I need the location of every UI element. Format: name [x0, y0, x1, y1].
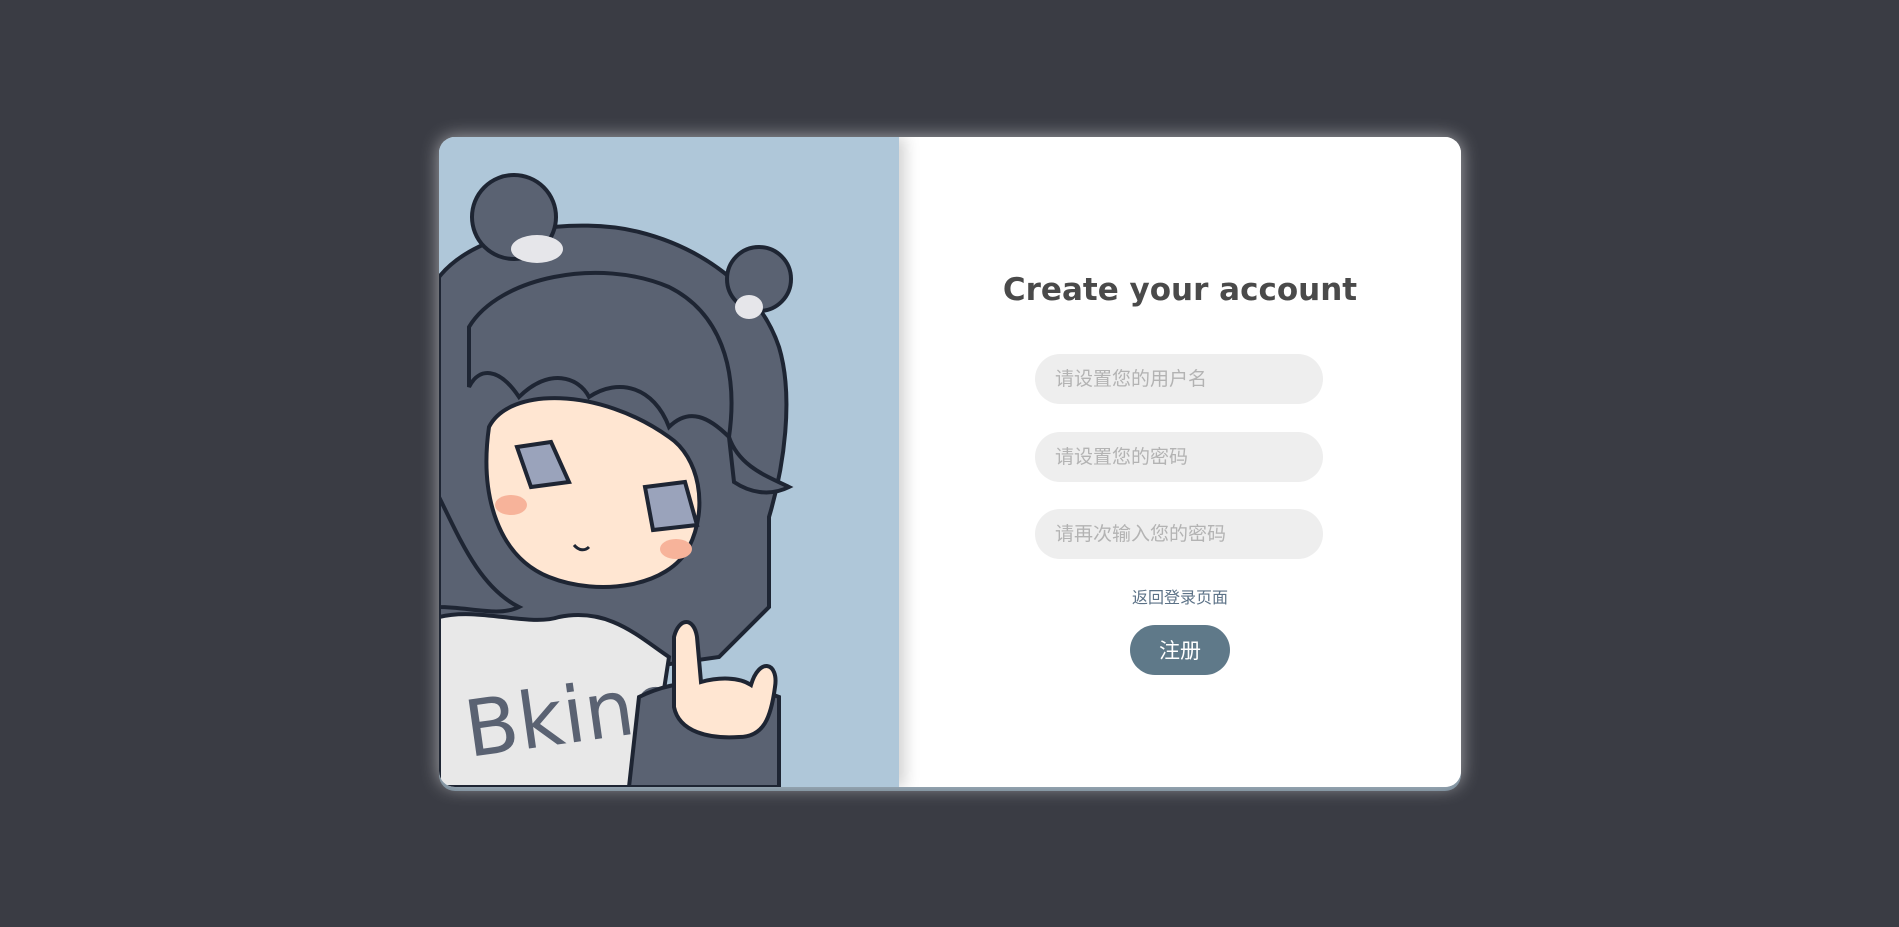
confirm-password-input[interactable]: [1035, 509, 1323, 559]
register-form: Create your account 返回登录页面 注册: [899, 137, 1461, 787]
illustration-panel: Bking: [439, 137, 899, 787]
form-title: Create your account: [1002, 272, 1358, 308]
register-card: Bking Create your account 返回登录页面 注册: [439, 137, 1461, 787]
bear-hood-girl-illustration: Bking: [439, 137, 899, 787]
back-to-login-link[interactable]: 返回登录页面: [899, 584, 1461, 608]
password-input[interactable]: [1035, 432, 1323, 482]
username-input[interactable]: [1035, 354, 1323, 404]
register-button[interactable]: 注册: [1130, 625, 1230, 675]
